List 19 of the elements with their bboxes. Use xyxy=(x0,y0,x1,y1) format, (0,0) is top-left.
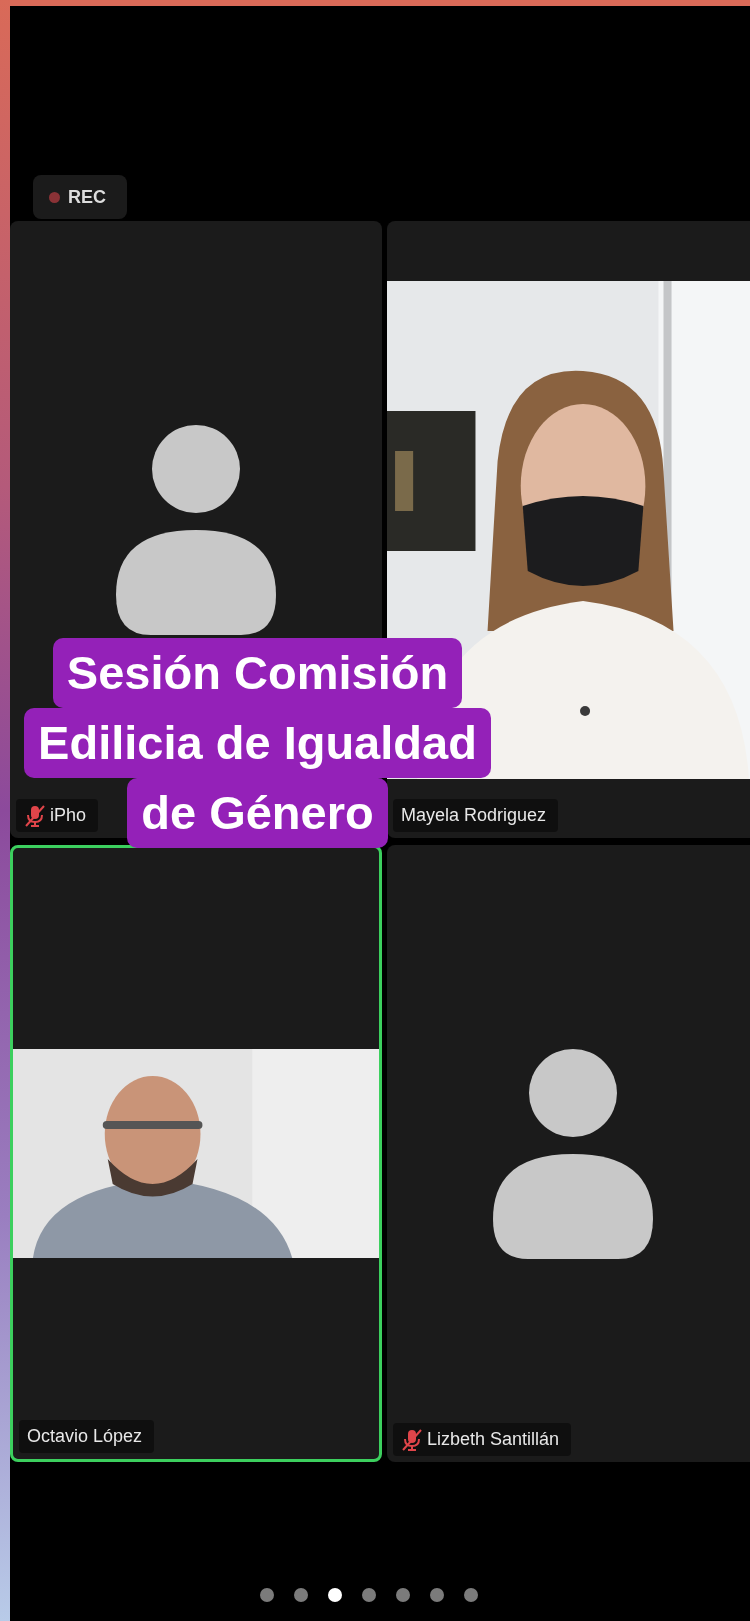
caption-overlay: de Género xyxy=(127,778,388,848)
page-dot[interactable] xyxy=(464,1588,478,1602)
page-dot[interactable] xyxy=(362,1588,376,1602)
participant-name: Lizbeth Santillán xyxy=(393,1423,572,1456)
page-dot[interactable] xyxy=(430,1588,444,1602)
page-dot[interactable] xyxy=(396,1588,410,1602)
caption-overlay: Edilicia de Igualdad xyxy=(24,708,491,778)
video-tile[interactable]: Lizbeth Santillán xyxy=(387,845,750,1462)
video-tile[interactable]: Octavio López xyxy=(10,845,382,1462)
participant-name: Mayela Rodriguez xyxy=(393,799,559,832)
recording-indicator: REC xyxy=(33,175,127,219)
page-dot[interactable] xyxy=(294,1588,308,1602)
muted-microphone-icon xyxy=(24,803,46,828)
muted-microphone-icon xyxy=(401,1427,423,1452)
participant-name: Octavio López xyxy=(19,1420,155,1453)
page-dot[interactable] xyxy=(328,1588,342,1602)
page-dot[interactable] xyxy=(260,1588,274,1602)
caption-overlay: Sesión Comisión xyxy=(52,638,463,708)
participant-name: iPho xyxy=(16,799,99,832)
